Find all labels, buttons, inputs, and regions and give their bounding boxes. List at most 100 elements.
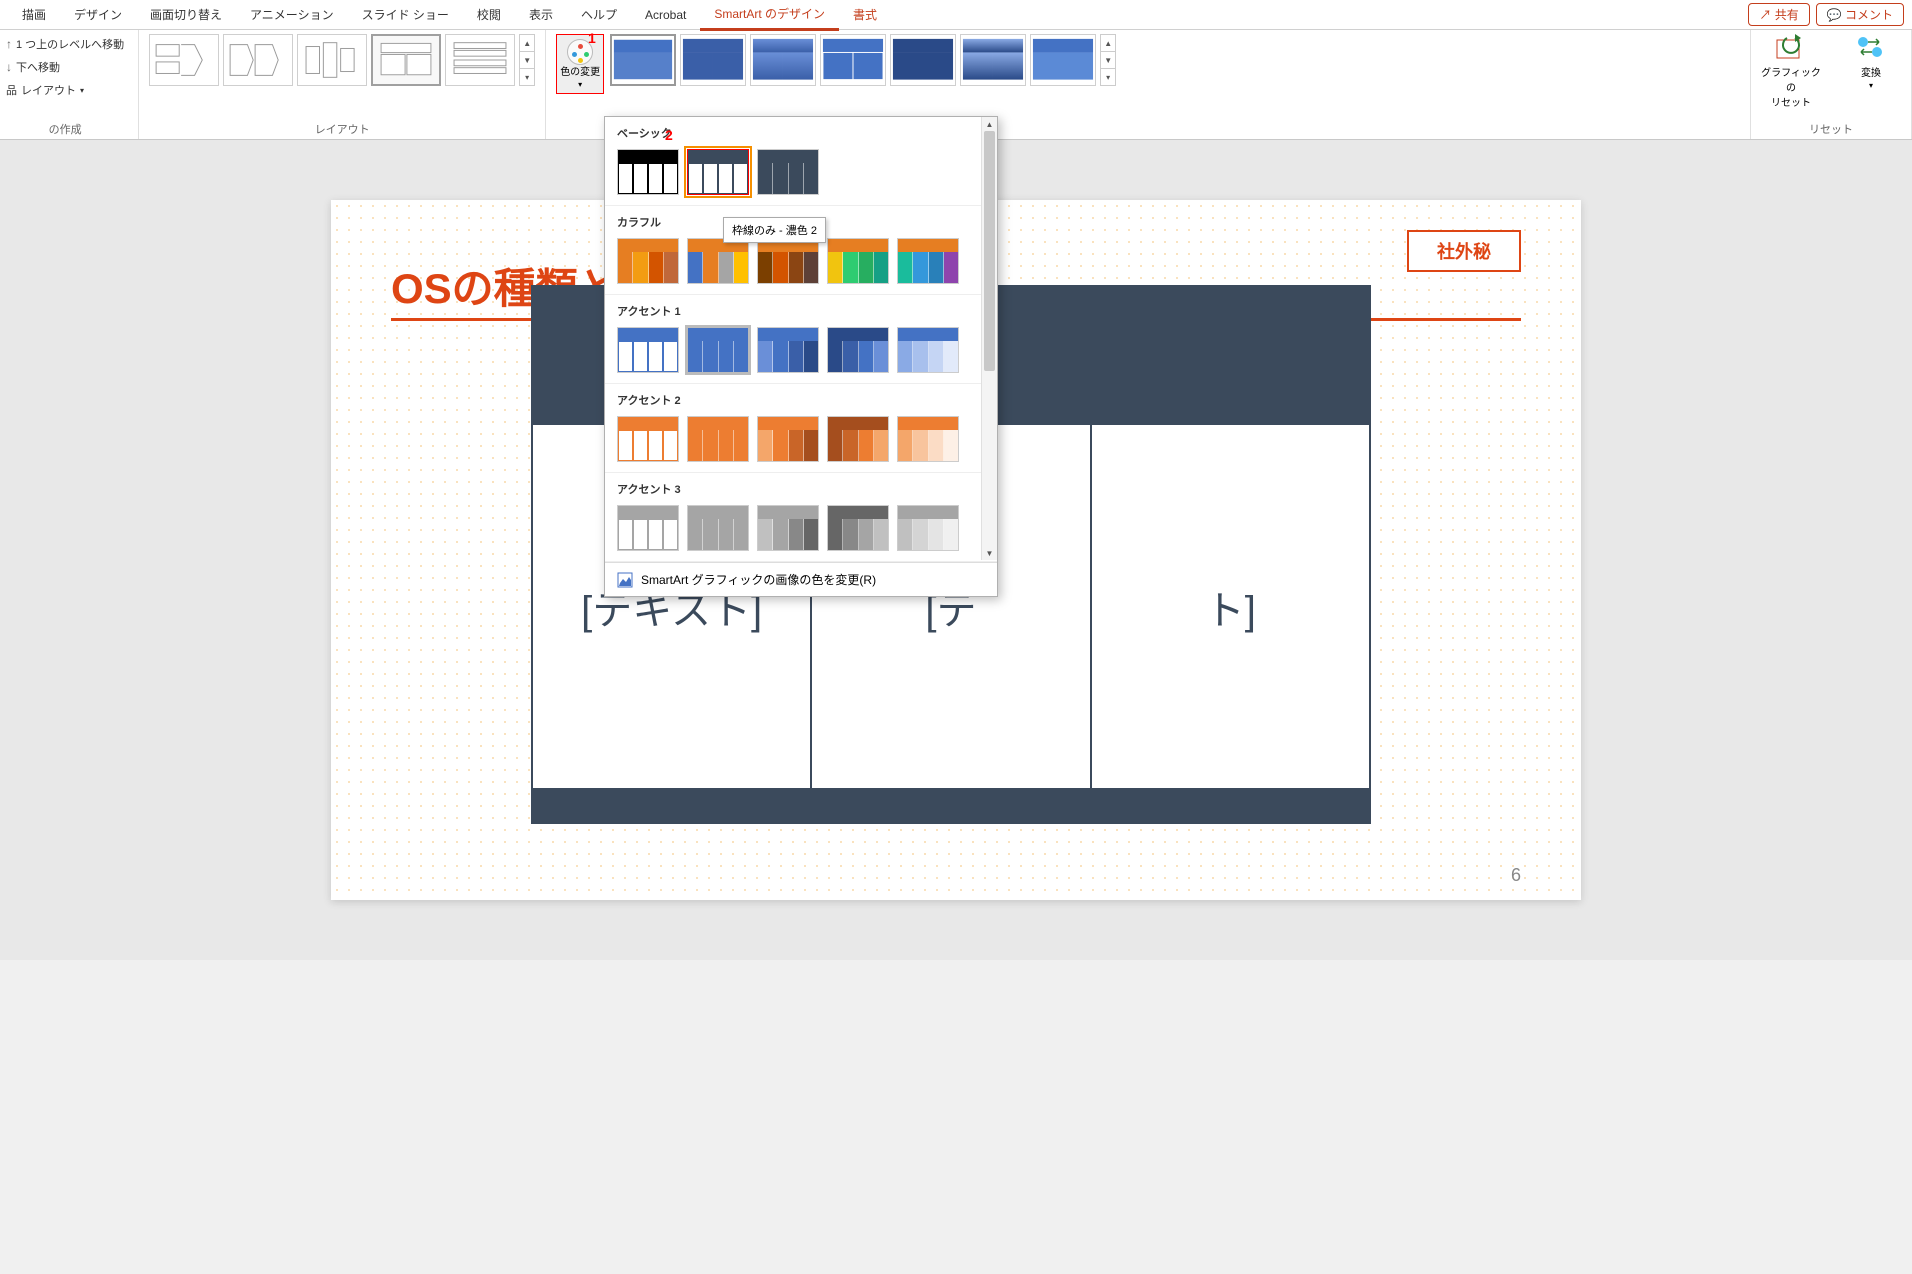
share-label: 共有 [1775, 8, 1799, 22]
color-colorful-1[interactable] [617, 238, 679, 284]
arrow-up-icon: ↑ [6, 37, 12, 51]
color-basic-2[interactable] [687, 149, 749, 195]
share-button[interactable]: ↗ 共有 [1748, 3, 1809, 26]
annotation-2: 2 [665, 127, 673, 143]
dd-scrollbar[interactable]: ▲ ▼ [981, 117, 997, 560]
layout-option-5[interactable] [445, 34, 515, 86]
dd-row-accent1 [605, 323, 997, 384]
smartart-cell-3-text: ト] [1205, 578, 1256, 636]
reset-graphic-label: グラフィックの リセット [1761, 64, 1821, 109]
color-accent1-2[interactable] [687, 327, 749, 373]
color-accent3-2[interactable] [687, 505, 749, 551]
color-accent3-4[interactable] [827, 505, 889, 551]
color-accent2-3[interactable] [757, 416, 819, 462]
confidential-stamp[interactable]: 社外秘 [1407, 230, 1521, 272]
smartart-footer-bar [531, 790, 1371, 824]
style-gallery-spinner: ▲ ▼ ▾ [1100, 34, 1116, 86]
color-accent2-4[interactable] [827, 416, 889, 462]
tab-format[interactable]: 書式 [839, 0, 891, 29]
reset-graphic-button[interactable]: グラフィックの リセット [1761, 34, 1821, 109]
color-colorful-2[interactable] [687, 238, 749, 284]
dd-scroll-up[interactable]: ▲ [982, 117, 997, 131]
dd-row-accent2 [605, 412, 997, 473]
style-option-7[interactable] [1030, 34, 1096, 86]
tab-view[interactable]: 表示 [515, 0, 567, 29]
page-number: 6 [1511, 865, 1521, 886]
picture-color-icon [617, 572, 633, 588]
color-colorful-4[interactable] [827, 238, 889, 284]
layout-option-3[interactable] [297, 34, 367, 86]
color-basic-1[interactable] [617, 149, 679, 195]
style-option-1[interactable] [610, 34, 676, 86]
color-accent2-1[interactable] [617, 416, 679, 462]
level-up-label: 1 つ上のレベルへ移動 [16, 36, 124, 52]
dd-section-accent1: アクセント 1 [605, 295, 997, 323]
dd-recolor-pictures[interactable]: SmartArt グラフィックの画像の色を変更(R) [605, 562, 997, 596]
color-accent2-5[interactable] [897, 416, 959, 462]
tab-slideshow[interactable]: スライド ショー [348, 0, 463, 29]
color-colorful-3[interactable] [757, 238, 819, 284]
style-gallery-more[interactable]: ▾ [1101, 69, 1115, 85]
group-create-graphic: ↑1 つ上のレベルへ移動 ↓下へ移動 品レイアウト▾ の作成 [0, 30, 139, 139]
tab-acrobat[interactable]: Acrobat [631, 2, 700, 28]
tab-design[interactable]: デザイン [60, 0, 136, 29]
convert-label: 変換 [1861, 64, 1881, 79]
style-option-3[interactable] [750, 34, 816, 86]
color-basic-3[interactable] [757, 149, 819, 195]
style-gallery-down[interactable]: ▼ [1101, 52, 1115, 69]
layout-gallery-down[interactable]: ▼ [520, 52, 534, 69]
tab-animations[interactable]: アニメーション [236, 0, 348, 29]
layout-option-1[interactable] [149, 34, 219, 86]
convert-icon [1855, 34, 1887, 62]
color-accent1-4[interactable] [827, 327, 889, 373]
tab-draw[interactable]: 描画 [8, 0, 60, 29]
layout-gallery: ▲ ▼ ▾ [149, 34, 535, 86]
style-option-5[interactable] [890, 34, 956, 86]
chevron-down-icon: ▾ [578, 80, 582, 89]
layout-gallery-up[interactable]: ▲ [520, 35, 534, 52]
dd-row-accent3 [605, 501, 997, 562]
layout-gallery-more[interactable]: ▾ [520, 69, 534, 85]
layout-option-2[interactable] [223, 34, 293, 86]
dd-row-colorful [605, 234, 997, 295]
layout-gallery-spinner: ▲ ▼ ▾ [519, 34, 535, 86]
comment-label: コメント [1845, 8, 1893, 22]
dd-section-accent2: アクセント 2 [605, 384, 997, 412]
tab-review[interactable]: 校閲 [463, 0, 515, 29]
color-accent3-3[interactable] [757, 505, 819, 551]
group-layouts: ▲ ▼ ▾ レイアウト [139, 30, 546, 139]
chevron-down-icon: ▾ [1869, 81, 1873, 90]
change-colors-button[interactable]: 色の変更 ▾ [556, 34, 604, 94]
color-accent1-3[interactable] [757, 327, 819, 373]
style-gallery-up[interactable]: ▲ [1101, 35, 1115, 52]
color-accent3-5[interactable] [897, 505, 959, 551]
move-down-button[interactable]: ↓ 下へ移動 [2, 57, 128, 77]
color-colorful-5[interactable] [897, 238, 959, 284]
reset-graphic-icon [1775, 34, 1807, 62]
group-reset: グラフィックの リセット 変換 ▾ リセット [1751, 30, 1912, 139]
color-accent1-1[interactable] [617, 327, 679, 373]
layout-option-4[interactable] [371, 34, 441, 86]
style-gallery: ▲ ▼ ▾ [610, 34, 1116, 86]
color-accent3-1[interactable] [617, 505, 679, 551]
tab-transitions[interactable]: 画面切り替え [136, 0, 236, 29]
arrow-down-icon: ↓ [6, 60, 12, 74]
color-accent2-2[interactable] [687, 416, 749, 462]
convert-button[interactable]: 変換 ▾ [1841, 34, 1901, 90]
dd-section-basic: ベーシック [605, 117, 997, 145]
smartart-cell-3[interactable]: ト] [1092, 425, 1371, 790]
layout-menu-button[interactable]: 品レイアウト▾ [2, 80, 128, 100]
move-down-label: 下へ移動 [16, 59, 60, 75]
annotation-1: 1 [588, 30, 596, 46]
dd-scroll-thumb[interactable] [984, 131, 995, 371]
color-accent1-5[interactable] [897, 327, 959, 373]
style-option-2[interactable] [680, 34, 746, 86]
dd-scroll-down[interactable]: ▼ [982, 546, 997, 560]
style-option-6[interactable] [960, 34, 1026, 86]
comment-button[interactable]: 💬 コメント [1816, 3, 1904, 26]
style-option-4[interactable] [820, 34, 886, 86]
chevron-down-icon: ▾ [80, 86, 84, 95]
tab-smartart-design[interactable]: SmartArt のデザイン [700, 0, 839, 31]
level-up-button[interactable]: ↑ 1 つ上のレベルへ移動 [2, 34, 128, 54]
tab-help[interactable]: ヘルプ [567, 0, 631, 29]
